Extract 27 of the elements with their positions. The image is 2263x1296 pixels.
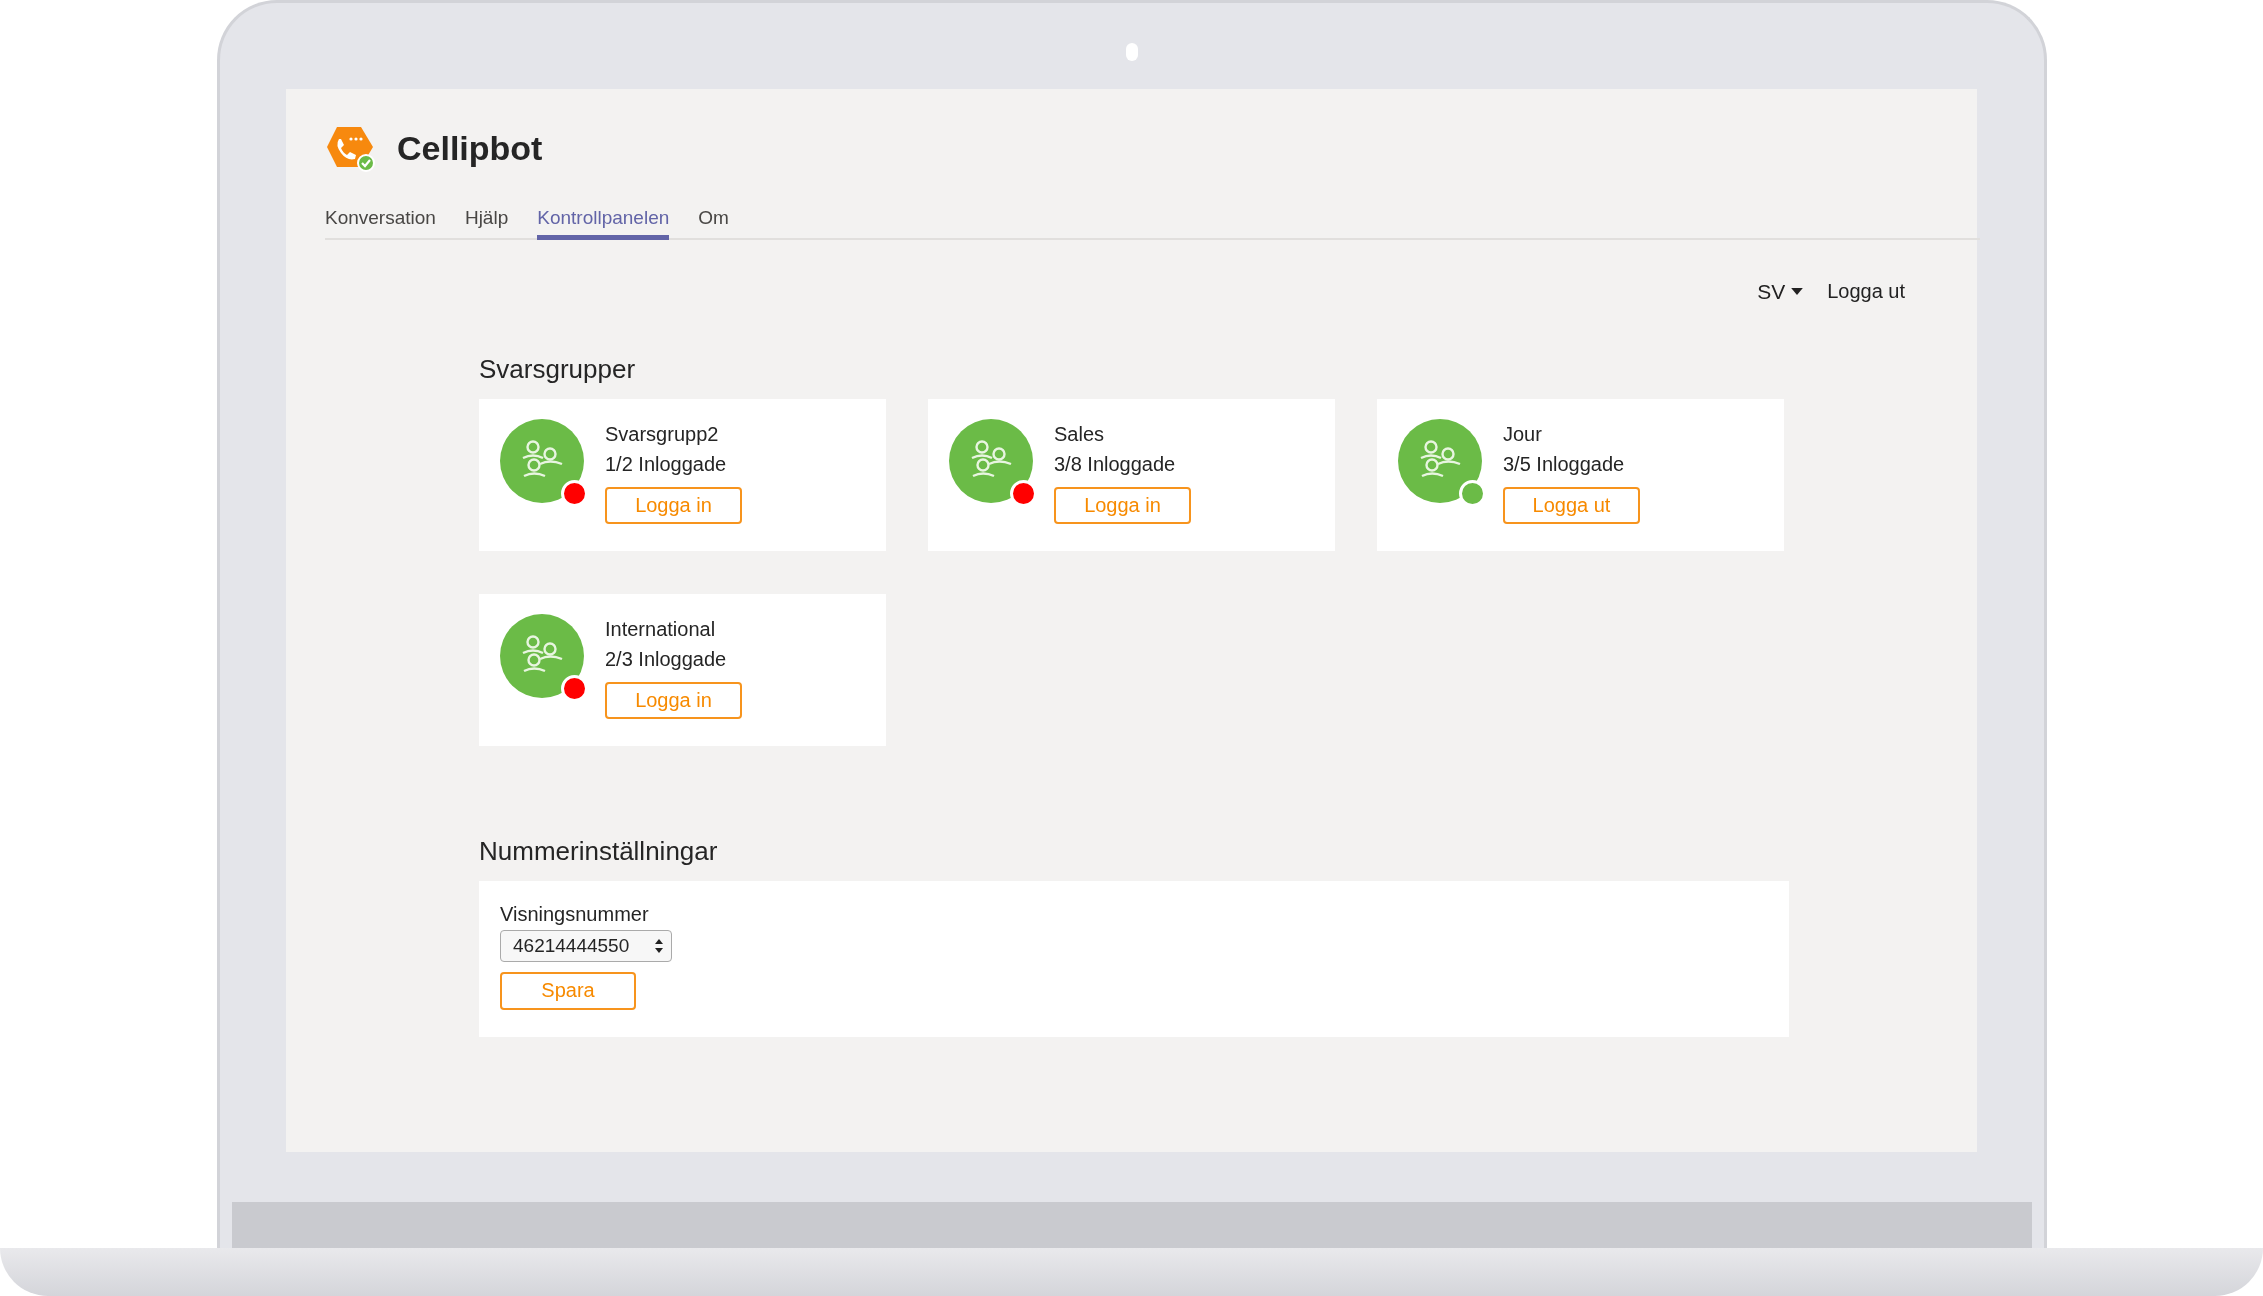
logout-link[interactable]: Logga ut [1827,280,1905,304]
number-select[interactable]: 46214444550 [500,929,672,962]
logged-in-count: 3/5 Inloggade [1503,451,1626,477]
caret-icon [1791,288,1804,296]
language-dropdown[interactable]: SV [1757,279,1804,304]
nav-tab[interactable]: Hjälp [464,206,509,240]
group-avatar-icon [1398,418,1482,503]
group-name: Jour [1503,421,1543,447]
section-heading: Svarsgrupper [479,353,637,385]
group-name: Svarsgrupp2 [605,421,720,447]
up-down-arrows-icon [655,938,663,953]
nav-tab[interactable]: Konversation [325,206,436,240]
logged-in-count: 1/2 Inloggade [605,451,728,477]
group-avatar-icon [949,418,1033,503]
nav-tab[interactable]: Om [698,206,729,240]
group-name: Sales [1054,421,1106,447]
group-avatar-icon [500,418,584,503]
group-name: International [605,616,717,642]
nav-tab[interactable]: Kontrollpanelen [537,206,670,240]
phone-logo-icon [325,124,377,173]
group-avatar-icon [500,613,584,698]
camera-icon [1125,43,1138,61]
section-heading: Nummerinställningar [479,835,719,867]
app-title: Cellipbot [397,129,543,169]
field-label: Visningsnummer [500,902,649,926]
logged-in-count: 2/3 Inloggade [605,646,728,672]
logged-in-count: 3/8 Inloggade [1054,451,1177,477]
